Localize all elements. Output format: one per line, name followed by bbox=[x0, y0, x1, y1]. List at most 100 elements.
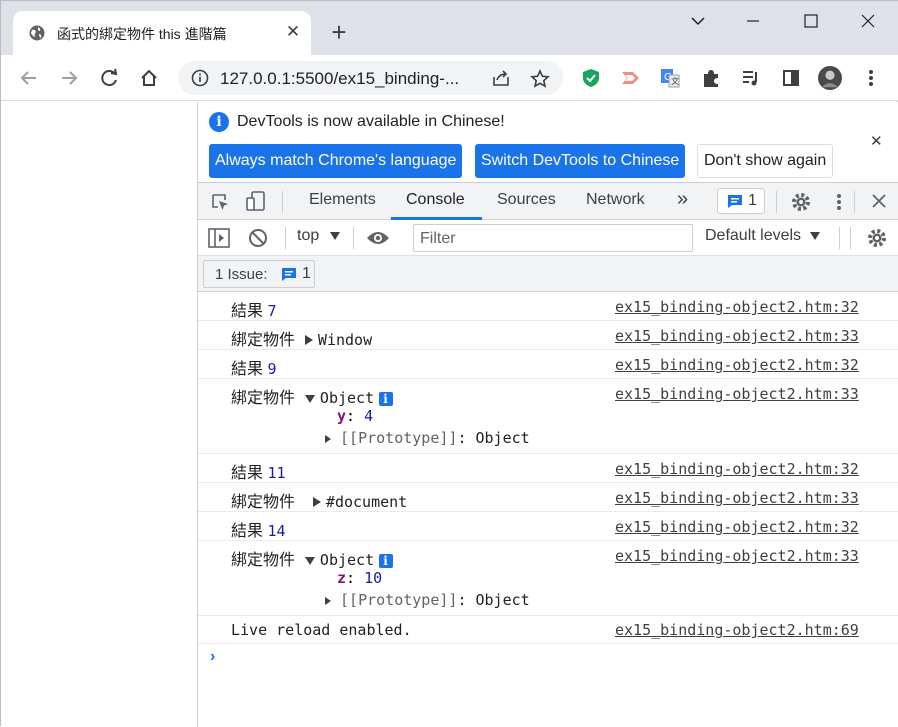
puzzle-extensions-icon[interactable] bbox=[699, 66, 723, 90]
source-link[interactable]: ex15_binding-object2.htm:32 bbox=[615, 460, 859, 478]
issues-bar: 1 Issue: 1 bbox=[198, 256, 898, 292]
message-label: 綁定物件 bbox=[231, 494, 296, 511]
shield-extension-icon[interactable] bbox=[579, 66, 603, 90]
close-window-button[interactable] bbox=[853, 9, 883, 31]
media-control-icon[interactable] bbox=[739, 66, 763, 90]
browser-tab[interactable]: 函式的綁定物件 this 進階篇 ✕ bbox=[13, 11, 311, 55]
back-icon[interactable] bbox=[17, 66, 41, 90]
console-message: 結果 14 ex15_binding-object2.htm:32 bbox=[198, 512, 898, 541]
toolbar-divider bbox=[353, 227, 354, 249]
object-property: y: 4 bbox=[337, 407, 374, 425]
console-filter-input[interactable]: Filter bbox=[413, 224, 693, 252]
infobar-close-button[interactable]: ✕ bbox=[870, 132, 883, 150]
home-icon[interactable] bbox=[137, 66, 161, 90]
live-expression-eye-icon[interactable] bbox=[366, 230, 390, 246]
issues-label: 1 Issue: bbox=[215, 266, 268, 283]
tab-console[interactable]: Console bbox=[406, 191, 465, 209]
message-text: Live reload enabled. bbox=[231, 621, 412, 639]
chrome-menu-icon[interactable] bbox=[859, 66, 883, 90]
object-preview[interactable]: #document bbox=[326, 493, 407, 511]
tab-elements[interactable]: Elements bbox=[309, 191, 376, 209]
info-badge-icon[interactable]: i bbox=[378, 392, 393, 406]
toolbar-divider bbox=[282, 191, 283, 213]
property-key: y bbox=[337, 407, 347, 425]
globe-icon bbox=[29, 25, 45, 41]
source-link[interactable]: ex15_binding-object2.htm:33 bbox=[615, 385, 859, 403]
address-bar[interactable]: 127.0.0.1:5500/ex15_binding-... bbox=[178, 61, 563, 95]
tab-sources[interactable]: Sources bbox=[497, 191, 556, 209]
infobar-message: DevTools is now available in Chinese! bbox=[237, 113, 505, 130]
source-link[interactable]: ex15_binding-object2.htm:33 bbox=[615, 489, 859, 507]
context-selector-label: top bbox=[297, 227, 320, 244]
source-link[interactable]: ex15_binding-object2.htm:33 bbox=[615, 327, 859, 345]
expand-triangle-icon[interactable] bbox=[313, 497, 322, 507]
source-link[interactable]: ex15_binding-object2.htm:32 bbox=[615, 298, 859, 316]
device-toolbar-icon[interactable] bbox=[245, 190, 267, 212]
source-link[interactable]: ex15_binding-object2.htm:32 bbox=[615, 518, 859, 536]
video-extension-icon[interactable] bbox=[618, 66, 642, 90]
issues-bar-count: 1 bbox=[302, 265, 311, 282]
translate-extension-icon[interactable]: G文 bbox=[658, 66, 682, 90]
expand-triangle-icon[interactable] bbox=[325, 435, 331, 443]
tab-network[interactable]: Network bbox=[586, 191, 645, 209]
forward-icon[interactable] bbox=[57, 66, 81, 90]
source-link[interactable]: ex15_binding-object2.htm:33 bbox=[615, 547, 859, 565]
settings-gear-icon[interactable] bbox=[790, 191, 812, 213]
tab-close-button[interactable]: ✕ bbox=[283, 22, 303, 42]
message-label: 綁定物件 bbox=[231, 552, 296, 569]
collapse-triangle-icon[interactable] bbox=[305, 557, 316, 565]
clear-console-icon[interactable] bbox=[248, 228, 268, 248]
message-text: 結果 14 bbox=[231, 517, 286, 541]
issues-counter-button[interactable]: 1 bbox=[717, 188, 765, 214]
profile-avatar[interactable] bbox=[818, 66, 842, 90]
expand-triangle-icon[interactable] bbox=[305, 335, 314, 345]
site-info-icon[interactable] bbox=[191, 69, 209, 87]
tab-title: 函式的綁定物件 this 進階篇 bbox=[57, 26, 227, 42]
console-message: 綁定物件 Window ex15_binding-object2.htm:33 bbox=[198, 321, 898, 350]
collapse-triangle-icon[interactable] bbox=[305, 395, 316, 403]
open-issues-button[interactable]: 1 Issue: 1 bbox=[203, 260, 315, 288]
object-preview[interactable]: Object bbox=[320, 551, 374, 569]
always-match-language-button[interactable]: Always match Chrome's language bbox=[209, 144, 463, 178]
info-badge-icon[interactable]: i bbox=[378, 554, 393, 568]
context-selector[interactable]: top bbox=[297, 227, 345, 249]
more-tabs-button[interactable]: » bbox=[677, 188, 688, 211]
message-label: 結果 bbox=[231, 303, 264, 320]
minimize-button[interactable] bbox=[738, 9, 768, 31]
property-key: z bbox=[337, 569, 347, 587]
prototype-key: [[Prototype]] bbox=[340, 591, 458, 609]
close-devtools-icon[interactable] bbox=[871, 193, 887, 209]
source-link[interactable]: ex15_binding-object2.htm:69 bbox=[615, 621, 859, 639]
prototype-value: Object bbox=[475, 429, 530, 447]
page-viewport bbox=[1, 102, 197, 727]
switch-to-chinese-button[interactable]: Switch DevTools to Chinese bbox=[475, 144, 686, 178]
message-text: 綁定物件 Window bbox=[231, 326, 372, 350]
inspect-element-icon[interactable] bbox=[210, 192, 230, 212]
share-icon[interactable] bbox=[491, 69, 511, 87]
toolbar-divider bbox=[839, 227, 840, 249]
message-number: 11 bbox=[267, 464, 286, 482]
source-link[interactable]: ex15_binding-object2.htm:32 bbox=[615, 356, 859, 374]
tab-search-icon[interactable] bbox=[683, 9, 713, 31]
filter-placeholder: Filter bbox=[420, 230, 456, 247]
message-text: 結果 7 bbox=[231, 297, 277, 321]
prototype-row[interactable]: [[Prototype]]: Object bbox=[325, 429, 530, 447]
prototype-row[interactable]: [[Prototype]]: Object bbox=[325, 591, 530, 609]
tab-strip: 函式的綁定物件 this 進階篇 ✕ + bbox=[1, 1, 898, 55]
object-preview[interactable]: Object bbox=[320, 389, 374, 407]
side-panel-icon[interactable] bbox=[779, 66, 803, 90]
expand-triangle-icon[interactable] bbox=[325, 597, 331, 605]
show-sidebar-icon[interactable] bbox=[208, 228, 230, 248]
console-settings-gear-icon[interactable] bbox=[866, 227, 888, 249]
new-tab-button[interactable]: + bbox=[327, 19, 351, 45]
log-levels-dropdown[interactable]: Default levels bbox=[705, 227, 825, 249]
object-preview[interactable]: Window bbox=[318, 331, 372, 349]
devtools-menu-icon[interactable] bbox=[836, 192, 842, 212]
svg-text:文: 文 bbox=[671, 76, 679, 86]
bookmark-star-icon[interactable] bbox=[530, 69, 550, 89]
reload-icon[interactable] bbox=[97, 66, 121, 90]
maximize-button[interactable] bbox=[796, 9, 826, 31]
dont-show-again-button[interactable]: Don't show again bbox=[697, 144, 834, 178]
message-label: 結果 bbox=[231, 361, 264, 378]
console-prompt[interactable]: › bbox=[210, 648, 215, 666]
